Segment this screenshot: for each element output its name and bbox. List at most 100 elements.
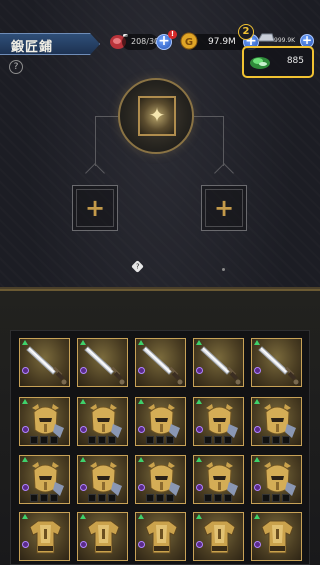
- inventory-grid: [10, 330, 310, 565]
- socket-slot: [214, 494, 222, 502]
- golden-armor-icon: [203, 520, 236, 554]
- socket-slot: [30, 494, 38, 502]
- add-material-left: +: [84, 194, 106, 222]
- socket-slot: [166, 436, 174, 444]
- golden-armor-icon: [145, 520, 178, 554]
- socket-slot: [108, 494, 116, 502]
- meat-value: 208/30: [131, 37, 160, 46]
- inventory-item-dagger[interactable]: [193, 338, 244, 387]
- inventory-item-golden-armor[interactable]: [193, 512, 244, 561]
- svg-text:G: G: [185, 37, 193, 48]
- upgrade-arrow-icon: [254, 340, 260, 345]
- socket-gem-icon: [196, 426, 203, 433]
- socket-slot: [50, 436, 58, 444]
- socket-gem-icon: [22, 541, 29, 548]
- socket-slot: [262, 494, 270, 502]
- info-symbol: ?: [135, 262, 140, 270]
- upgrade-arrow-icon: [80, 340, 86, 345]
- upgrade-arrow-icon: [196, 514, 202, 519]
- inventory-item-golden-helmet[interactable]: [135, 397, 186, 446]
- inventory-item-dagger[interactable]: [77, 338, 128, 387]
- upgrade-arrow-icon: [22, 457, 28, 462]
- upgrade-arrow-icon: [254, 457, 260, 462]
- socket-slot: [88, 494, 96, 502]
- socket-slot: [272, 494, 280, 502]
- upgrade-arrow-icon: [254, 399, 260, 404]
- gem-counter: 885: [242, 46, 314, 78]
- socket-gem-icon: [138, 541, 145, 548]
- socket-slot: [156, 494, 164, 502]
- socket-slot: [204, 494, 212, 502]
- inventory-item-golden-helmet[interactable]: [77, 455, 128, 504]
- socket-slot: [88, 436, 96, 444]
- step-badge: 2: [238, 24, 254, 40]
- golden-armor-icon: [29, 520, 62, 554]
- meat-counter: 208/30: [122, 34, 160, 50]
- upgrade-arrow-icon: [80, 514, 86, 519]
- socket-slot: [146, 494, 154, 502]
- green-gem-icon: [248, 53, 272, 75]
- socket-gem-icon: [138, 426, 145, 433]
- socket-gem-icon: [254, 426, 261, 433]
- inventory-item-golden-armor[interactable]: [251, 512, 302, 561]
- socket-gem-icon: [22, 367, 29, 374]
- socket-slot: [204, 436, 212, 444]
- socket-slot: [282, 494, 290, 502]
- socket-slot: [40, 436, 48, 444]
- socket-slot: [98, 436, 106, 444]
- inventory-item-dagger[interactable]: [19, 338, 70, 387]
- socket-slot: [166, 494, 174, 502]
- upgrade-arrow-icon: [138, 399, 144, 404]
- material-slot-right[interactable]: +: [201, 185, 247, 231]
- page-dot: [222, 268, 225, 271]
- inventory-item-golden-helmet[interactable]: [19, 455, 70, 504]
- help-button[interactable]: ?: [9, 60, 23, 74]
- socket-gem-icon: [22, 484, 29, 491]
- add-material-right: +: [213, 194, 235, 222]
- upgrade-arrow-icon: [22, 340, 28, 345]
- socket-gem-icon: [80, 367, 87, 374]
- upgrade-arrow-icon: [22, 399, 28, 404]
- golden-armor-icon: [261, 520, 294, 554]
- socket-slot: [30, 436, 38, 444]
- upgrade-arrow-icon: [138, 340, 144, 345]
- socket-slot: [262, 436, 270, 444]
- inventory-item-golden-armor[interactable]: [135, 512, 186, 561]
- material-slot-left[interactable]: +: [72, 185, 118, 231]
- inventory-item-golden-armor[interactable]: [19, 512, 70, 561]
- inventory-item-golden-helmet[interactable]: [251, 455, 302, 504]
- page-title: 鍛匠鋪: [11, 40, 54, 55]
- socket-slot: [98, 494, 106, 502]
- inventory-item-golden-helmet[interactable]: [193, 397, 244, 446]
- inventory-item-golden-helmet[interactable]: [77, 397, 128, 446]
- inventory-item-golden-armor[interactable]: [77, 512, 128, 561]
- upgrade-arrow-icon: [22, 514, 28, 519]
- inventory-item-golden-helmet[interactable]: [251, 397, 302, 446]
- upgrade-arrow-icon: [196, 340, 202, 345]
- dagger-icon: [84, 346, 125, 385]
- socket-gem-icon: [196, 484, 203, 491]
- golden-armor-icon: [87, 520, 120, 554]
- socket-slot: [224, 436, 232, 444]
- socket-gem-icon: [138, 367, 145, 374]
- upgrade-arrow-icon: [196, 457, 202, 462]
- socket-slot: [282, 436, 290, 444]
- inventory-item-dagger[interactable]: [135, 338, 186, 387]
- inventory-item-golden-helmet[interactable]: [19, 397, 70, 446]
- gold-value: 97.9M: [208, 37, 236, 47]
- upgrade-arrow-icon: [254, 514, 260, 519]
- inventory-item-golden-helmet[interactable]: [135, 455, 186, 504]
- inventory-item-golden-helmet[interactable]: [193, 455, 244, 504]
- connector-right: [194, 116, 224, 166]
- socket-gem-icon: [22, 426, 29, 433]
- upgrade-arrow-icon: [80, 399, 86, 404]
- silver-value: 999.9K: [274, 37, 296, 44]
- inventory-item-dagger[interactable]: [251, 338, 302, 387]
- socket-slot: [50, 494, 58, 502]
- dagger-icon: [200, 346, 241, 385]
- socket-gem-icon: [196, 541, 203, 548]
- gold-coin-icon: G: [180, 32, 198, 54]
- panel-divider: [0, 289, 320, 291]
- socket-slot: [40, 494, 48, 502]
- upgrade-arrow-icon: [138, 457, 144, 462]
